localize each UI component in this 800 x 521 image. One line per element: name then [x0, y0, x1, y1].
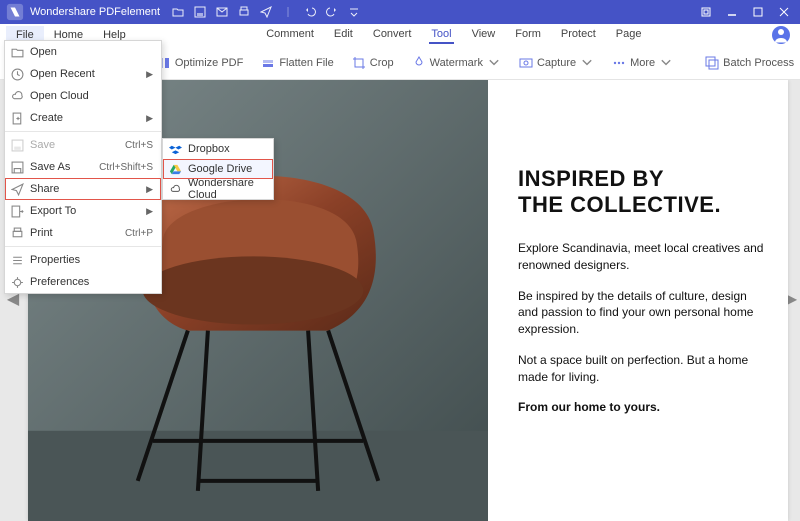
tab-form[interactable]: Form: [513, 26, 543, 44]
file-save[interactable]: Save Ctrl+S: [5, 134, 161, 156]
save-icon[interactable]: [194, 6, 206, 18]
properties-icon: [11, 254, 24, 267]
share-wondershare-cloud[interactable]: Wondershare Cloud: [163, 179, 273, 199]
window-maximize-icon[interactable]: [752, 6, 764, 18]
tool-crop-label: Crop: [370, 57, 394, 69]
window-controls: [700, 6, 790, 18]
window-restore-down-icon[interactable]: [700, 6, 712, 18]
file-open-recent[interactable]: Open Recent ▶: [5, 63, 161, 85]
open-file-icon[interactable]: [172, 6, 184, 18]
tool-more-label: More: [630, 57, 655, 69]
chevron-down-icon: [487, 56, 501, 70]
more-icon: [612, 56, 626, 70]
send-icon[interactable]: [260, 6, 272, 18]
tab-comment[interactable]: Comment: [264, 26, 316, 44]
share-icon: [11, 183, 24, 196]
flatten-icon: [261, 56, 275, 70]
chevron-right-icon: ▶: [146, 206, 153, 217]
share-dropbox[interactable]: Dropbox: [163, 139, 273, 159]
print-icon: [11, 227, 24, 240]
save-icon: [11, 139, 24, 152]
app-logo-icon: [6, 3, 24, 21]
chevron-right-icon: ▶: [146, 184, 153, 195]
tool-capture-label: Capture: [537, 57, 576, 69]
open-icon: [11, 46, 24, 59]
file-open[interactable]: Open: [5, 41, 161, 63]
file-share[interactable]: Share ▶: [5, 178, 161, 200]
qat-sep-icon: [282, 6, 294, 18]
email-icon[interactable]: [216, 6, 228, 18]
file-print[interactable]: Print Ctrl+P: [5, 222, 161, 244]
file-export-to[interactable]: Export To ▶: [5, 200, 161, 222]
preferences-icon: [11, 276, 24, 289]
file-menu: Open Open Recent ▶ Open Cloud Create ▶ S…: [4, 40, 162, 294]
menu-divider: [5, 131, 161, 132]
file-create[interactable]: Create ▶: [5, 107, 161, 129]
crop-icon: [352, 56, 366, 70]
file-open-cloud[interactable]: Open Cloud: [5, 85, 161, 107]
window-close-icon[interactable]: [778, 6, 790, 18]
quick-access-toolbar: [172, 6, 360, 18]
tool-watermark-label: Watermark: [430, 57, 483, 69]
tab-view[interactable]: View: [470, 26, 498, 44]
tab-edit[interactable]: Edit: [332, 26, 355, 44]
tool-capture[interactable]: Capture: [513, 53, 600, 73]
doc-paragraph: Not a space built on perfection. But a h…: [518, 352, 768, 386]
tool-flatten[interactable]: Flatten File: [255, 53, 339, 73]
tool-optimize-label: Optimize PDF: [175, 57, 243, 69]
chevron-right-icon: ▶: [146, 69, 153, 80]
share-gdrive-label: Google Drive: [188, 163, 252, 175]
ribbon-tabs: Comment Edit Convert Tool View Form Prot…: [136, 26, 772, 44]
tab-protect[interactable]: Protect: [559, 26, 598, 44]
document-text: INSPIRED BY THE COLLECTIVE. Explore Scan…: [518, 166, 768, 430]
batch-icon: [705, 56, 719, 70]
tool-optimize[interactable]: Optimize PDF: [151, 53, 249, 73]
share-google-drive[interactable]: Google Drive: [163, 159, 273, 179]
file-save-as[interactable]: Save As Ctrl+Shift+S: [5, 156, 161, 178]
redo-icon[interactable]: [326, 6, 338, 18]
wondershare-cloud-icon: [169, 183, 182, 196]
create-icon: [11, 112, 24, 125]
doc-heading: INSPIRED BY THE COLLECTIVE.: [518, 166, 768, 218]
menu-divider: [5, 246, 161, 247]
user-avatar-icon[interactable]: [772, 26, 790, 44]
save-as-icon: [11, 161, 24, 174]
dropbox-icon: [169, 143, 182, 156]
print-icon[interactable]: [238, 6, 250, 18]
chevron-down-icon: [659, 56, 673, 70]
google-drive-icon: [169, 163, 182, 176]
chevron-down-icon: [580, 56, 594, 70]
file-properties[interactable]: Properties: [5, 249, 161, 271]
capture-icon: [519, 56, 533, 70]
window-minimize-icon[interactable]: [726, 6, 738, 18]
tool-more[interactable]: More: [606, 53, 679, 73]
tab-page[interactable]: Page: [614, 26, 644, 44]
undo-icon[interactable]: [304, 6, 316, 18]
cloud-icon: [11, 90, 24, 103]
doc-paragraph: From our home to yours.: [518, 399, 768, 416]
share-dropbox-label: Dropbox: [188, 143, 230, 155]
app-title: Wondershare PDFelement: [30, 6, 160, 18]
doc-paragraph: Explore Scandinavia, meet local creative…: [518, 240, 768, 274]
tool-flatten-label: Flatten File: [279, 57, 333, 69]
tab-convert[interactable]: Convert: [371, 26, 414, 44]
chevron-right-icon: ▶: [146, 113, 153, 124]
title-bar: Wondershare PDFelement: [0, 0, 800, 24]
tool-crop[interactable]: Crop: [346, 53, 400, 73]
export-icon: [11, 205, 24, 218]
tool-batch[interactable]: Batch Process: [699, 53, 800, 73]
tool-watermark[interactable]: Watermark: [406, 53, 507, 73]
watermark-icon: [412, 56, 426, 70]
recent-icon: [11, 68, 24, 81]
tab-tool[interactable]: Tool: [429, 26, 453, 44]
tool-batch-label: Batch Process: [723, 57, 794, 69]
share-wscloud-label: Wondershare Cloud: [188, 177, 265, 201]
doc-paragraph: Be inspired by the details of culture, d…: [518, 288, 768, 338]
file-preferences[interactable]: Preferences: [5, 271, 161, 293]
qat-dropdown-icon[interactable]: [348, 6, 360, 18]
share-submenu: Dropbox Google Drive Wondershare Cloud: [162, 138, 274, 200]
